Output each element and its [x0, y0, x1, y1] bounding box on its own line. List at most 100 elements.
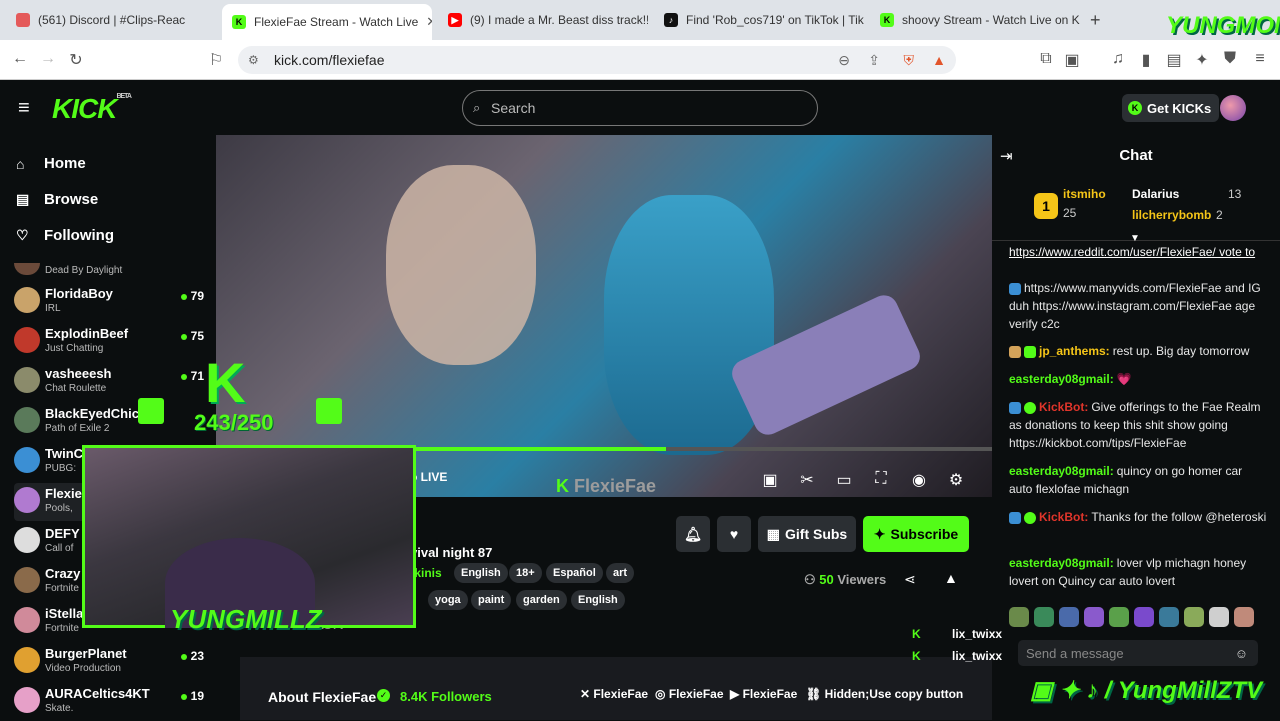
logo-text: KICK — [52, 93, 117, 124]
url-bar[interactable]: ⚙ kick.com/flexiefae ⊖ ⇪ ⛨ ▲ — [238, 46, 956, 74]
social-label: FlexieFae — [668, 687, 724, 701]
browser-tab-active[interactable]: K FlexieFae Stream - Watch Live ✕ — [222, 4, 432, 40]
emote-icon[interactable] — [1059, 607, 1079, 627]
extensions-icon[interactable]: ⧉ — [1036, 50, 1056, 68]
viewer-count-display: ⚇ 50 Viewers — [804, 572, 886, 588]
new-tab-button[interactable]: + — [1090, 10, 1101, 31]
chat-message-input[interactable]: Send a message ☺ — [1018, 640, 1258, 666]
menu-icon[interactable]: ≡ — [1250, 50, 1270, 68]
leader-name[interactable]: lilcherrybomb — [1132, 208, 1211, 222]
browser-tab[interactable]: (561) Discord | #Clips-Reac — [6, 6, 218, 34]
browser-tab[interactable]: ♪ Find 'Rob_cos719' on TikTok | TikT — [654, 6, 864, 34]
fullscreen-icon[interactable]: ⛶ — [871, 470, 891, 488]
tag[interactable]: 18+ — [509, 563, 542, 583]
emote-icon[interactable] — [1209, 607, 1229, 627]
channel-item[interactable]: AURACeltics4KT Skate. 19 — [14, 683, 210, 721]
nav-browse[interactable]: ▤ Browse — [16, 191, 98, 208]
social-link-x[interactable]: ✕ FlexieFae — [580, 687, 648, 701]
theater-mode-icon[interactable]: ▭ — [834, 470, 854, 490]
get-kicks-button[interactable]: K Get KICKs — [1122, 94, 1220, 122]
settings-icon[interactable]: ⚙ — [946, 470, 966, 490]
social-link-youtube[interactable]: ▶ FlexieFae — [730, 687, 797, 701]
wallet-icon[interactable]: ▤ — [1164, 50, 1184, 70]
video-player[interactable] — [216, 135, 992, 497]
report-icon[interactable]: ▲ — [944, 570, 958, 586]
live-sync-icon[interactable]: ◉ — [909, 470, 929, 490]
chat-username[interactable]: KickBot: — [1039, 400, 1088, 414]
share-icon[interactable]: ⋖ — [904, 571, 916, 588]
url-text: kick.com/flexiefae — [274, 52, 385, 68]
stream-title: vival night 87 — [410, 545, 493, 560]
subscribe-button[interactable]: ✦ Subscribe — [863, 516, 969, 552]
bookmark-icon[interactable]: ⚐ — [206, 50, 226, 70]
nav-home[interactable]: ⌂ Home — [16, 155, 86, 172]
miniplayer-icon[interactable]: ▣ — [760, 470, 780, 490]
channel-item[interactable]: BurgerPlanet Video Production 23 — [14, 643, 210, 681]
vpn-icon[interactable]: ⛊ — [1220, 50, 1240, 68]
zoom-icon[interactable]: ⊖ — [838, 52, 850, 69]
message-text[interactable]: https://www.reddit.com/user/FlexieFae/ v… — [1009, 245, 1258, 263]
hamburger-icon[interactable]: ≡ — [18, 97, 30, 120]
emoji-icon[interactable]: ☺ — [1235, 646, 1248, 661]
back-icon[interactable]: ← — [10, 50, 30, 68]
tag[interactable]: garden — [516, 590, 567, 610]
emote-icon[interactable] — [1109, 607, 1129, 627]
browser-tab[interactable]: Kshoovy Stream - Watch Live on Ki — [870, 6, 1080, 34]
user-avatar[interactable] — [1220, 95, 1246, 121]
tag[interactable]: Español — [546, 563, 603, 583]
emote-icon[interactable] — [1234, 607, 1254, 627]
twitch-icon: ▣ — [1030, 677, 1060, 704]
leader-name[interactable]: Dalarius — [1132, 187, 1179, 201]
tag[interactable]: English — [454, 563, 508, 583]
chat-username[interactable]: easterday08gmail: — [1009, 464, 1114, 478]
nav-following[interactable]: ♡ Following — [16, 227, 114, 244]
verified-icon — [1024, 401, 1036, 414]
heart-icon: ♡ — [16, 227, 29, 243]
site-info-icon[interactable]: ⚙ — [248, 53, 259, 67]
tag[interactable]: paint — [471, 590, 512, 610]
emote-icon[interactable] — [1034, 607, 1054, 627]
tag[interactable]: yoga — [428, 590, 468, 610]
follow-button[interactable]: ♥ — [717, 516, 751, 552]
social-link-instagram[interactable]: ◎ FlexieFae — [655, 687, 724, 701]
emote-icon[interactable] — [1084, 607, 1104, 627]
channel-item[interactable]: vasheeesh Chat Roulette 71 — [14, 363, 210, 401]
share-icon[interactable]: ⇪ — [868, 52, 880, 69]
channel-item[interactable]: ExplodinBeef Just Chatting 75 — [14, 323, 210, 361]
tag[interactable]: art — [606, 563, 635, 583]
chat-username[interactable]: easterday08gmail: — [1009, 556, 1114, 570]
tab-search-icon[interactable]: ▣ — [1062, 50, 1082, 70]
brave-shield-icon[interactable]: ⛨ — [904, 52, 915, 69]
emote-icon[interactable] — [1159, 607, 1179, 627]
kick-logo[interactable]: KICKBETA — [52, 93, 132, 125]
brand-handle: / YungMillZTV — [1104, 677, 1263, 704]
overlay-chat-user: K lix_twixx — [912, 649, 1002, 663]
chat-username[interactable]: easterday08gmail: — [1009, 372, 1114, 386]
leo-icon[interactable]: ✦ — [1192, 50, 1212, 70]
viewer-count: 75 — [181, 329, 204, 343]
chat-username[interactable]: jp_anthems: — [1039, 344, 1110, 358]
emote-bar[interactable] — [1009, 607, 1269, 631]
chat-username[interactable]: KickBot: — [1039, 510, 1088, 524]
channel-item[interactable]: FloridaBoy IRL 79 — [14, 283, 210, 321]
social-link-hidden[interactable]: ⛓ Hidden;Use copy button — [806, 687, 963, 701]
emote-icon[interactable] — [1184, 607, 1204, 627]
search-input[interactable]: ⌕ Search — [462, 90, 818, 126]
leader-name[interactable]: itsmiho — [1063, 187, 1106, 201]
close-tab-icon[interactable]: ✕ — [418, 14, 432, 30]
channel-item[interactable]: BlackEyedChick Path of Exile 2 — [14, 403, 210, 441]
gift-subs-button[interactable]: ▦ Gift Subs — [758, 516, 856, 552]
emote-icon[interactable] — [1009, 607, 1029, 627]
reload-icon[interactable]: ↻ — [66, 50, 86, 70]
forward-icon[interactable]: → — [38, 50, 58, 68]
clip-icon[interactable]: ✂ — [797, 470, 817, 490]
browser-tab[interactable]: ▶ (9) I made a Mr. Beast diss track!! — [438, 6, 648, 34]
social-handle-overlay: ▣ ✦ ♪ / YungMillZTV — [1030, 676, 1262, 705]
media-icon[interactable]: ♫ — [1108, 50, 1128, 68]
channel-avatar — [14, 287, 40, 313]
sidebar-toggle-icon[interactable]: ▮ — [1136, 50, 1156, 70]
brave-rewards-icon[interactable]: ▲ — [932, 52, 946, 68]
emote-icon[interactable] — [1134, 607, 1154, 627]
notification-bell-button[interactable]: 🔔︎ — [676, 516, 710, 552]
tag[interactable]: English — [571, 590, 625, 610]
